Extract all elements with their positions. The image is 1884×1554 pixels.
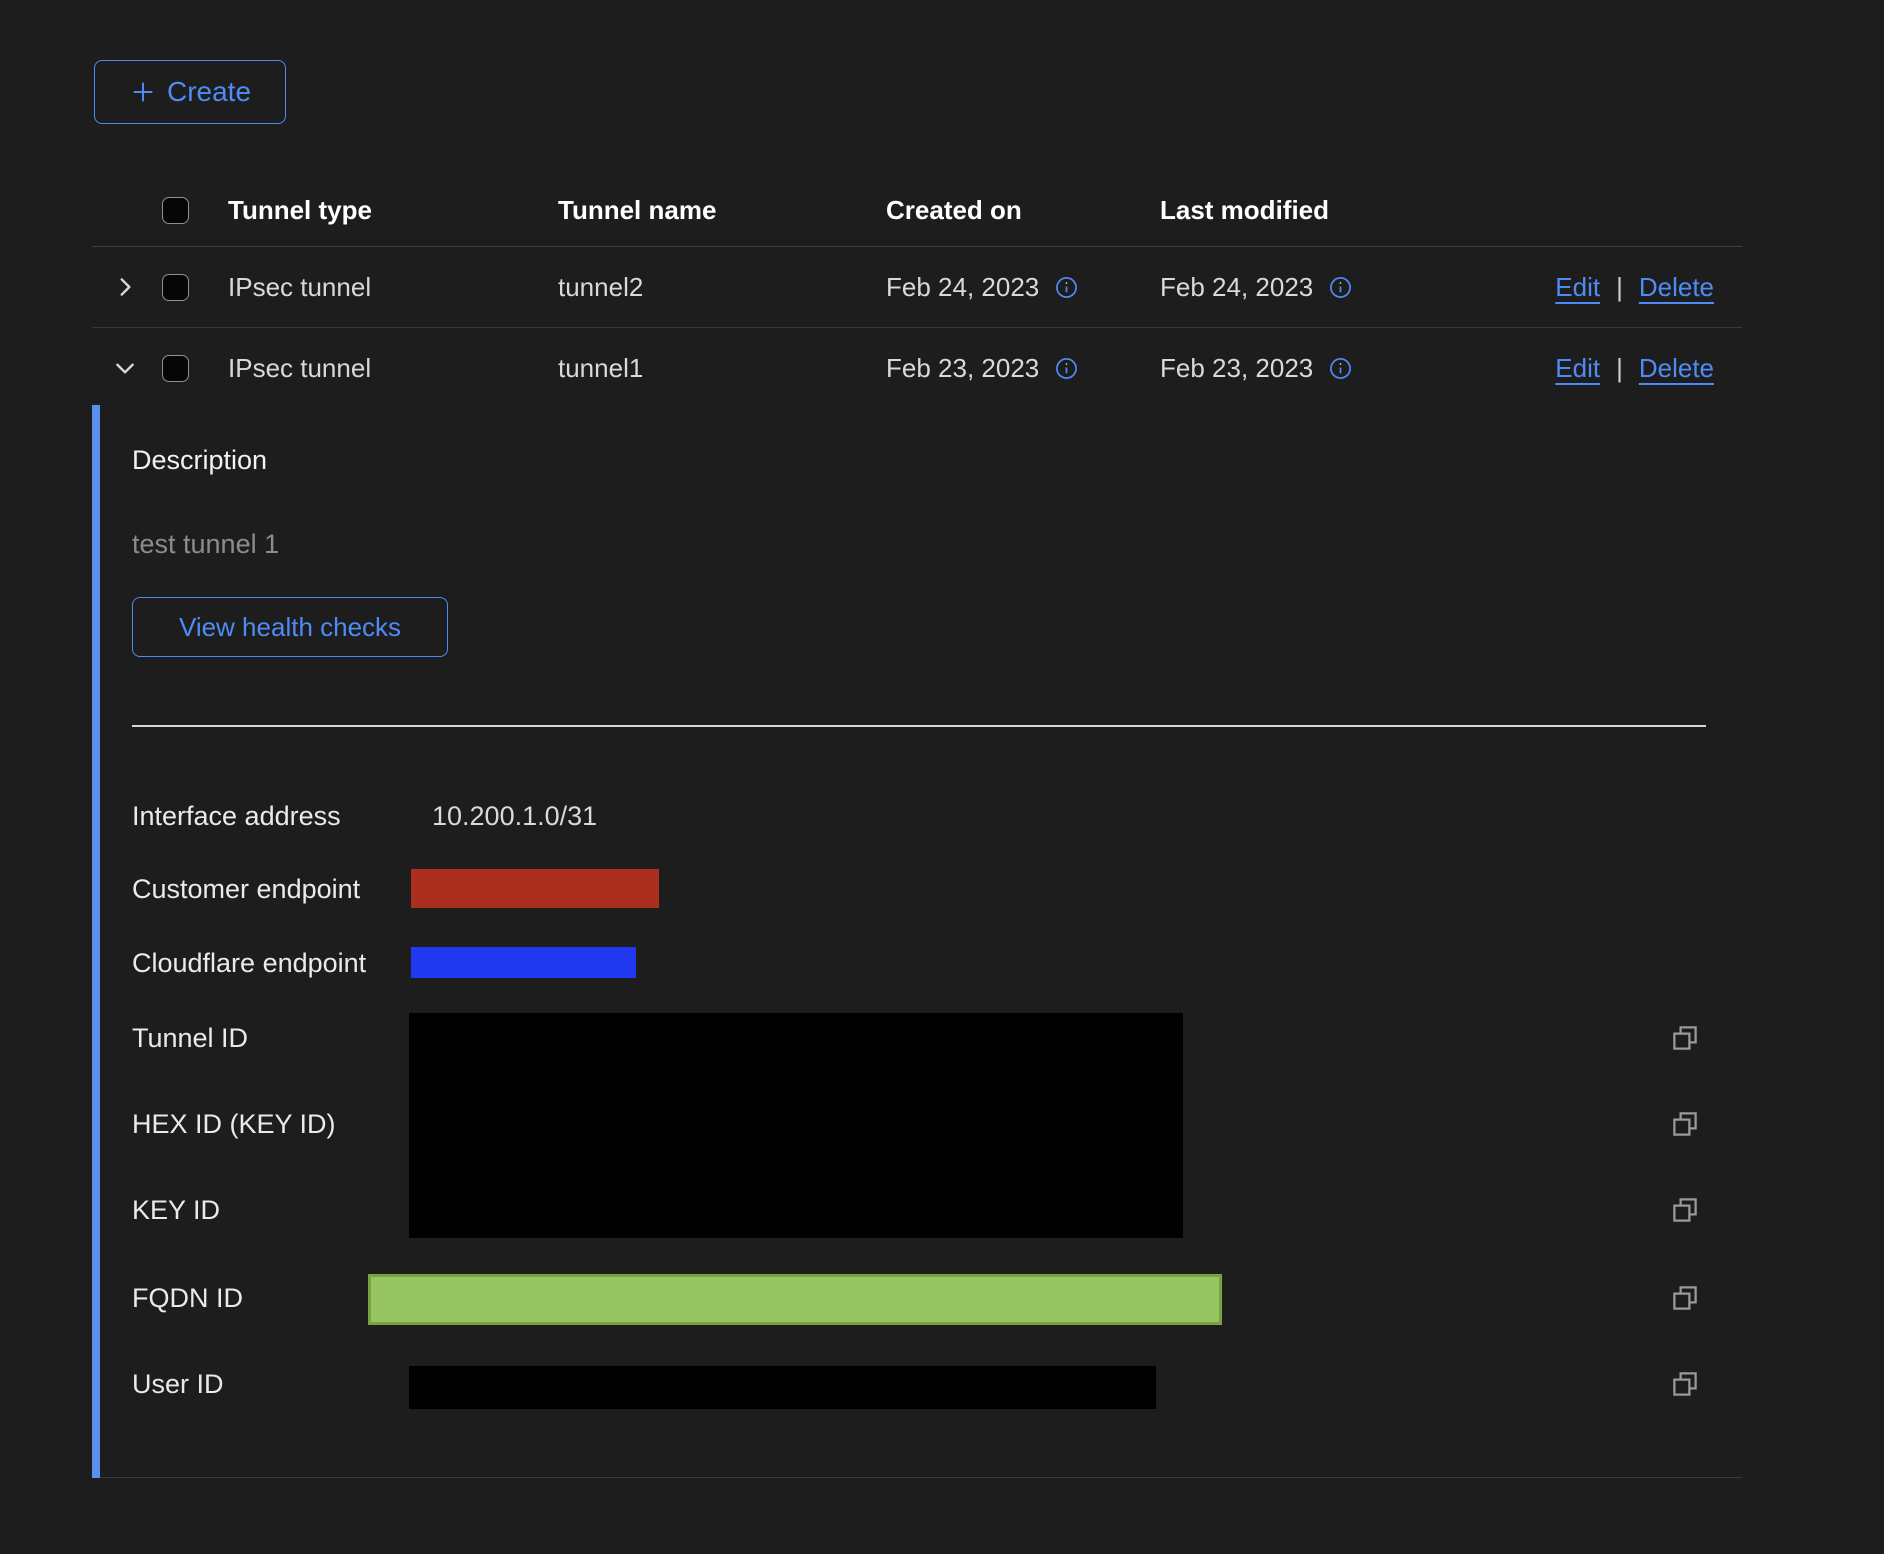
user-id-redaction — [409, 1366, 1156, 1409]
collapse-row-button[interactable] — [108, 351, 142, 385]
copy-icon — [1670, 1283, 1700, 1313]
last-modified-value: Feb 24, 2023 — [1160, 272, 1313, 303]
row-checkbox[interactable] — [162, 274, 189, 301]
cloudflare-endpoint-label: Cloudflare endpoint — [132, 948, 366, 978]
row-checkbox[interactable] — [162, 355, 189, 382]
copy-icon — [1670, 1195, 1700, 1225]
expanded-row-accent-strip — [92, 405, 100, 1478]
copy-icon — [1670, 1109, 1700, 1139]
key-id-label: KEY ID — [132, 1195, 220, 1225]
view-health-checks-label: View health checks — [179, 612, 401, 643]
tunnels-page: Create Tunnel type Tunnel name Created o… — [0, 0, 1884, 1554]
create-button-label: Create — [167, 76, 251, 108]
header-last-modified: Last modified — [1160, 195, 1430, 226]
customer-endpoint-label: Customer endpoint — [132, 874, 360, 904]
description-value: test tunnel 1 — [132, 529, 279, 560]
created-on-value: Feb 23, 2023 — [886, 353, 1039, 384]
hex-id-label: HEX ID (KEY ID) — [132, 1109, 336, 1139]
description-label: Description — [132, 445, 267, 476]
copy-tunnel-id-button[interactable] — [1666, 1019, 1704, 1057]
header-tunnel-type: Tunnel type — [228, 195, 558, 226]
info-icon[interactable] — [1055, 276, 1078, 299]
table-row: IPsec tunnel tunnel1 Feb 23, 2023 Feb 23… — [92, 328, 1742, 408]
delete-link[interactable]: Delete — [1639, 353, 1714, 384]
edit-link[interactable]: Edit — [1555, 353, 1600, 384]
actions-separator: | — [1616, 272, 1623, 303]
info-icon[interactable] — [1329, 276, 1352, 299]
table-header-row: Tunnel type Tunnel name Created on Last … — [92, 174, 1742, 247]
tunnels-table: Tunnel type Tunnel name Created on Last … — [92, 174, 1742, 408]
plus-icon — [129, 78, 157, 106]
last-modified-value: Feb 23, 2023 — [1160, 353, 1313, 384]
expanded-row-panel: Description test tunnel 1 View health ch… — [100, 405, 1742, 1478]
expand-row-button[interactable] — [108, 270, 142, 304]
table-row: IPsec tunnel tunnel2 Feb 24, 2023 Feb 24… — [92, 247, 1742, 328]
header-tunnel-name: Tunnel name — [558, 195, 886, 226]
header-created-on: Created on — [886, 195, 1160, 226]
ids-redaction-block — [409, 1013, 1183, 1238]
copy-key-id-button[interactable] — [1666, 1191, 1704, 1229]
select-all-checkbox[interactable] — [162, 197, 189, 224]
view-health-checks-button[interactable]: View health checks — [132, 597, 448, 657]
copy-icon — [1670, 1023, 1700, 1053]
copy-fqdn-id-button[interactable] — [1666, 1279, 1704, 1317]
tunnel-name-cell: tunnel1 — [558, 353, 886, 384]
copy-hex-id-button[interactable] — [1666, 1105, 1704, 1143]
tunnel-id-label: Tunnel ID — [132, 1023, 248, 1053]
create-button[interactable]: Create — [94, 60, 286, 124]
created-on-value: Feb 24, 2023 — [886, 272, 1039, 303]
customer-endpoint-redaction — [411, 869, 659, 908]
info-icon[interactable] — [1329, 357, 1352, 380]
edit-link[interactable]: Edit — [1555, 272, 1600, 303]
fqdn-id-label: FQDN ID — [132, 1283, 243, 1313]
section-divider — [132, 725, 1706, 727]
interface-address-value: 10.200.1.0/31 — [432, 801, 597, 831]
fqdn-id-redaction — [368, 1274, 1222, 1325]
copy-user-id-button[interactable] — [1666, 1365, 1704, 1403]
tunnel-name-cell: tunnel2 — [558, 272, 886, 303]
interface-address-label: Interface address — [132, 801, 341, 831]
copy-icon — [1670, 1369, 1700, 1399]
tunnel-type-cell: IPsec tunnel — [228, 353, 558, 384]
delete-link[interactable]: Delete — [1639, 272, 1714, 303]
cloudflare-endpoint-redaction — [411, 947, 636, 978]
tunnel-type-cell: IPsec tunnel — [228, 272, 558, 303]
chevron-down-icon — [112, 355, 138, 381]
actions-separator: | — [1616, 353, 1623, 384]
info-icon[interactable] — [1055, 357, 1078, 380]
chevron-right-icon — [112, 274, 138, 300]
user-id-label: User ID — [132, 1369, 224, 1399]
